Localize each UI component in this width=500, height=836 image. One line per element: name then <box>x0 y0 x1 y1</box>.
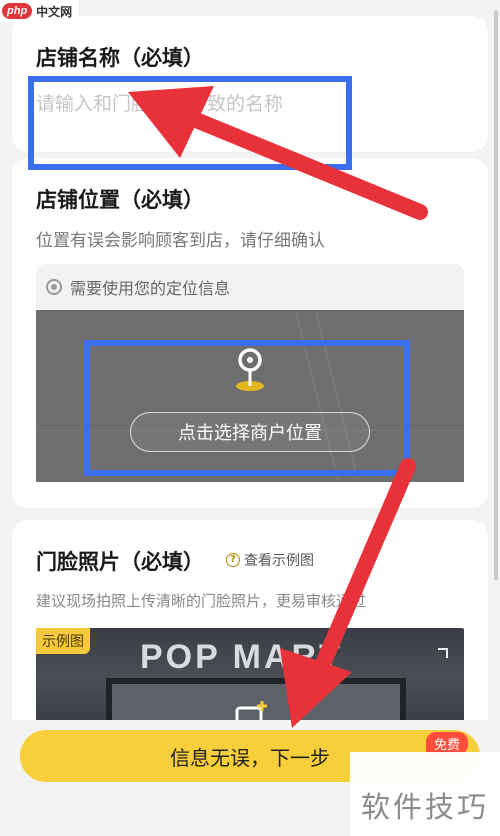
map-road <box>315 312 359 480</box>
select-location-button[interactable]: 点击选择商户位置 <box>130 412 370 452</box>
map-pin-icon <box>236 348 264 391</box>
watermark-text: 软件技巧 <box>350 752 500 836</box>
question-icon: ? <box>226 553 240 567</box>
corner-mark-icon <box>438 648 448 658</box>
location-permission-row[interactable]: 需要使用您的定位信息 <box>36 264 464 310</box>
map-road <box>295 312 339 480</box>
watermark-logo-badge: php <box>2 3 33 19</box>
view-example-link[interactable]: ? 查看示例图 <box>226 550 314 570</box>
sample-brand-sign: POP MART <box>140 638 343 676</box>
storefront-photo-title: 门脸照片（必填） <box>36 550 204 574</box>
store-location-subtitle: 位置有误会影响顾客到店，请仔细确认 <box>36 231 325 251</box>
view-example-label: 查看示例图 <box>244 553 314 569</box>
map-area[interactable]: 点击选择商户位置 <box>36 310 464 482</box>
location-target-icon <box>46 279 62 295</box>
scrollbar[interactable] <box>494 10 498 580</box>
watermark-logo: php 中文网 <box>0 0 79 22</box>
store-location-title: 店铺位置（必填） <box>36 188 204 212</box>
sample-tag: 示例图 <box>36 628 90 654</box>
store-name-title: 店铺名称（必填） <box>36 46 204 70</box>
storefront-photo-subtitle: 建议现场拍照上传清晰的门脸照片，更易审核通过 <box>36 592 367 610</box>
store-name-card: 店铺名称（必填） <box>12 16 488 152</box>
location-permission-text: 需要使用您的定位信息 <box>70 279 231 298</box>
store-name-input[interactable] <box>36 88 356 120</box>
store-location-card: 店铺位置（必填） 位置有误会影响顾客到店，请仔细确认 需要使用您的定位信息 点击… <box>12 158 488 508</box>
watermark-logo-text: 中文网 <box>36 4 73 19</box>
